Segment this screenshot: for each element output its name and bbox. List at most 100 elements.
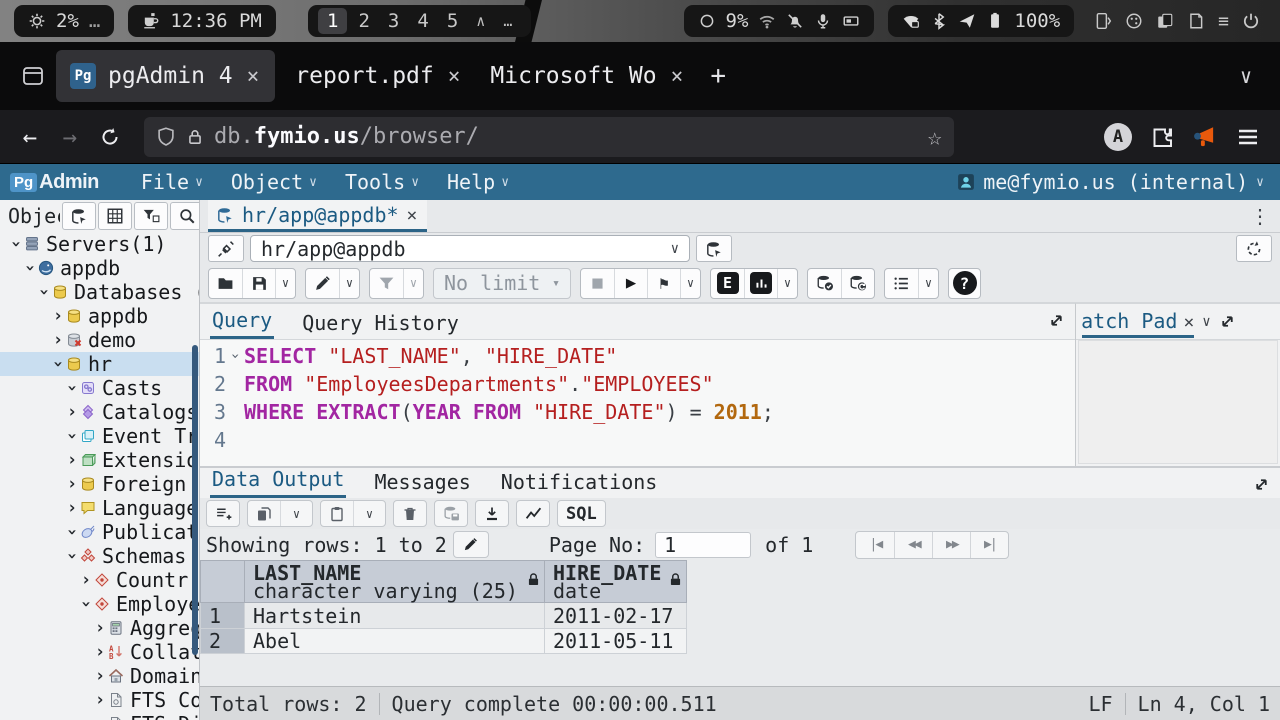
- tab-notifications[interactable]: Notifications: [499, 466, 660, 498]
- filter-tree-button[interactable]: [134, 202, 168, 230]
- cpu-widget[interactable]: 2% …: [14, 5, 114, 37]
- tree-item-catalogs[interactable]: ›Catalogs: [0, 400, 199, 424]
- grid-corner-cell[interactable]: [201, 561, 245, 603]
- execute-button[interactable]: ▶: [614, 269, 647, 298]
- table-row[interactable]: 2 Abel 2011-05-11: [201, 629, 687, 654]
- panel-kebab-icon[interactable]: ⋮: [1250, 204, 1270, 228]
- clock-widget[interactable]: 12:36 PM: [128, 5, 276, 37]
- save-file-button[interactable]: [242, 269, 275, 298]
- commit-button[interactable]: [808, 269, 841, 298]
- workspace-5[interactable]: 5: [438, 8, 467, 34]
- megaphone-extension-icon[interactable]: [1192, 124, 1218, 150]
- edit-button[interactable]: [306, 269, 339, 298]
- tab-overview-icon[interactable]: [18, 61, 48, 91]
- system-tray[interactable]: ≡: [1088, 11, 1266, 32]
- stop-button[interactable]: ■: [581, 269, 614, 298]
- macros-button[interactable]: [885, 269, 918, 298]
- tree-scrollbar[interactable]: [192, 345, 198, 655]
- paste-options-dropdown[interactable]: ∨: [353, 501, 385, 526]
- sql-line[interactable]: 3WHERE EXTRACT(YEAR FROM "HIRE_DATE") = …: [200, 398, 1075, 426]
- save-data-button[interactable]: [434, 500, 468, 527]
- tab-messages[interactable]: Messages: [372, 466, 472, 498]
- workspace-3[interactable]: 3: [379, 8, 408, 34]
- tab-close-icon[interactable]: ×: [245, 64, 262, 88]
- back-button[interactable]: ←: [12, 119, 48, 155]
- tab-close-icon[interactable]: ×: [446, 64, 463, 88]
- user-menu[interactable]: me@fymio.us (internal) ∨: [957, 170, 1270, 194]
- execute-to-cursor-button[interactable]: ⚑: [647, 269, 680, 298]
- download-button[interactable]: [475, 500, 509, 527]
- cursor-position-label[interactable]: Ln 4, Col 1: [1138, 692, 1270, 716]
- tree-item-fts-dictionaries[interactable]: ›FTS Dictionaries: [0, 712, 199, 720]
- open-file-button[interactable]: [209, 269, 242, 298]
- expand-icon[interactable]: ›: [64, 474, 80, 494]
- tree-item-demo[interactable]: ›demo: [0, 328, 199, 352]
- table-row[interactable]: 1 Hartstein 2011-02-17: [201, 603, 687, 629]
- tree-item-aggregates[interactable]: ›Aggregates: [0, 616, 199, 640]
- collapse-icon[interactable]: ›: [34, 284, 54, 300]
- workspace-1[interactable]: 1: [318, 8, 347, 34]
- macros-dropdown[interactable]: ∨: [918, 269, 938, 298]
- fold-marker-icon[interactable]: ›: [226, 348, 244, 364]
- tree-item-extensions[interactable]: ›Extensions: [0, 448, 199, 472]
- explain-button[interactable]: E: [711, 269, 744, 298]
- menu-file[interactable]: File∨: [127, 170, 217, 194]
- expand-icon[interactable]: ›: [50, 330, 66, 350]
- explain-options-dropdown[interactable]: ∨: [777, 269, 797, 298]
- help-button[interactable]: ?: [948, 268, 981, 299]
- menu-object[interactable]: Object∨: [217, 170, 331, 194]
- add-row-button[interactable]: [206, 500, 240, 527]
- sql-editor[interactable]: 1›SELECT "LAST_NAME", "HIRE_DATE"2FROM "…: [200, 340, 1075, 466]
- collapse-icon[interactable]: ›: [62, 428, 82, 444]
- account-avatar[interactable]: A: [1104, 123, 1132, 151]
- tab-scratch-pad[interactable]: Scratch Pad ×: [1082, 305, 1194, 338]
- graph-visualiser-button[interactable]: [516, 500, 550, 527]
- tree-item-foreign-data-wrappers[interactable]: ›Foreign Data Wrappers: [0, 472, 199, 496]
- reset-layout-button[interactable]: [1236, 235, 1272, 262]
- column-header-hire-date[interactable]: HIRE_DATE date: [545, 561, 687, 603]
- tree-item-schemas[interactable]: ›Schemas: [0, 544, 199, 568]
- connection-plug-icon[interactable]: [208, 235, 244, 262]
- extensions-puzzle-icon[interactable]: [1150, 125, 1174, 149]
- eol-mode-label[interactable]: LF: [1088, 692, 1112, 716]
- tree-item-appdb[interactable]: ›appdb: [0, 256, 199, 280]
- next-page-button[interactable]: ▶▶: [932, 532, 970, 558]
- close-icon[interactable]: ×: [1183, 312, 1194, 333]
- connection-select[interactable]: hr/app@appdb ∨: [250, 235, 690, 262]
- expand-icon[interactable]: ›: [92, 714, 108, 720]
- collapse-icon[interactable]: ›: [62, 524, 82, 540]
- column-header-last-name[interactable]: LAST_NAME character varying (25): [245, 561, 545, 603]
- search-objects-button[interactable]: [170, 202, 200, 230]
- hamburger-menu-icon[interactable]: [1236, 125, 1260, 149]
- execute-options-dropdown[interactable]: ∨: [680, 269, 700, 298]
- menu-tools[interactable]: Tools∨: [331, 170, 433, 194]
- close-icon[interactable]: ×: [407, 205, 418, 226]
- tree-item-servers-1[interactable]: ›Servers(1): [0, 232, 199, 256]
- grid-view-button[interactable]: [98, 202, 132, 230]
- collapse-icon[interactable]: ›: [62, 380, 82, 396]
- explain-analyze-button[interactable]: [744, 269, 777, 298]
- collapse-icon[interactable]: ›: [6, 236, 26, 252]
- page-no-input[interactable]: 1: [655, 532, 751, 558]
- tree-item-languages[interactable]: ›Languages: [0, 496, 199, 520]
- new-connection-button[interactable]: [696, 235, 732, 262]
- tree-item-hr[interactable]: ›hr: [0, 352, 199, 376]
- sql-line[interactable]: 1›SELECT "LAST_NAME", "HIRE_DATE": [200, 342, 1075, 370]
- expand-icon[interactable]: ›: [92, 618, 108, 638]
- query-tool-tab[interactable]: hr/app@appdb* ×: [208, 200, 427, 232]
- power-icon[interactable]: [1242, 12, 1260, 30]
- sql-line[interactable]: 2FROM "EmployeesDepartments"."EMPLOYEES": [200, 370, 1075, 398]
- save-options-dropdown[interactable]: ∨: [275, 269, 295, 298]
- resource-widget[interactable]: 9%: [684, 5, 875, 37]
- chevron-down-icon[interactable]: ∨: [1202, 314, 1210, 330]
- tab-close-icon[interactable]: ×: [669, 64, 686, 88]
- expand-icon[interactable]: ›: [92, 690, 108, 710]
- last-page-button[interactable]: ▶|: [970, 532, 1008, 558]
- tab-data-output[interactable]: Data Output: [210, 463, 346, 498]
- expand-icon[interactable]: ›: [92, 666, 108, 686]
- paste-button[interactable]: [321, 501, 353, 526]
- rollback-button[interactable]: [841, 269, 874, 298]
- shield-icon[interactable]: [156, 127, 176, 147]
- workspace-up-icon[interactable]: ∧: [467, 10, 494, 32]
- tree-item-publications[interactable]: ›Publications: [0, 520, 199, 544]
